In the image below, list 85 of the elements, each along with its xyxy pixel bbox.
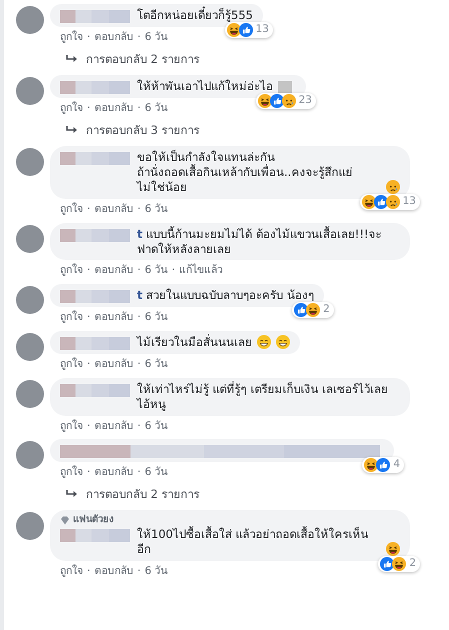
action-link[interactable]: ตอบกลับ [94, 465, 134, 482]
separator-dot: · [137, 30, 141, 45]
separator-dot: · [137, 310, 141, 326]
fan-badge: แฟนตัวยง [60, 514, 400, 527]
timestamp[interactable]: 6 วัน [144, 356, 168, 373]
separator-dot: · [137, 263, 141, 278]
reaction-summary[interactable]: 2 [378, 556, 420, 572]
separator-dot: · [87, 263, 90, 278]
action-link[interactable]: ถูกใจ [60, 310, 83, 326]
blurred-name [60, 336, 130, 350]
reply-arrow-icon [66, 490, 78, 500]
separator-dot: · [87, 564, 90, 579]
reaction-summary[interactable]: 2 [292, 302, 334, 318]
comment-text: t สวยในแบบฉบับลาบๆอะครับ น้องๆ [137, 288, 314, 304]
view-replies-link[interactable]: การตอบกลับ 2 รายการ [86, 486, 200, 504]
reply-arrow-icon [66, 126, 78, 135]
timestamp[interactable]: 6 วัน [144, 418, 168, 434]
blurred-name [60, 81, 130, 94]
timestamp[interactable]: 6 วัน [144, 30, 168, 46]
separator-dot: · [87, 202, 90, 217]
blurred-name [60, 290, 130, 304]
action-link[interactable]: ถูกใจ [60, 263, 83, 280]
action-link[interactable]: ตอบกลับ [94, 564, 134, 580]
action-link[interactable]: ตอบกลับ [94, 418, 134, 434]
timestamp[interactable]: 6 วัน [144, 202, 168, 218]
action-link[interactable]: ถูกใจ [60, 418, 83, 434]
reaction-summary[interactable]: 13 [224, 22, 273, 38]
reaction-summary[interactable]: 23 [256, 93, 316, 109]
avatar[interactable] [16, 6, 44, 34]
separator-dot: · [87, 310, 90, 326]
separator-dot: · [87, 356, 90, 372]
action-link[interactable]: ถูกใจ [60, 465, 83, 482]
view-replies-link[interactable]: การตอบกลับ 2 รายการ [86, 50, 200, 68]
timestamp[interactable]: 6 วัน [144, 101, 168, 117]
separator-dot: · [87, 465, 90, 480]
avatar[interactable] [16, 512, 44, 540]
blurred-name [60, 152, 130, 165]
separator-dot: · [137, 356, 141, 372]
comment-text: โตอีกหน่อยเดี๋ยวก็รู้555 [137, 8, 253, 23]
comment-text: ให้เท่าไหร่ไม่รู้ แต่ที่รู้ๆ เตรียมเก็บเงิน เลเซอร์ไว้เลยไอ้หนู [137, 382, 389, 412]
action-link[interactable]: ถูกใจ [60, 202, 83, 218]
avatar[interactable] [16, 77, 44, 105]
blurred-name [60, 384, 130, 397]
reply-arrow-icon [66, 54, 78, 64]
action-link[interactable]: ถูกใจ [60, 564, 83, 580]
avatar[interactable] [16, 332, 44, 361]
reaction-summary[interactable]: 13 [360, 194, 420, 210]
separator-dot: · [137, 101, 141, 116]
comment-text: ให้100ไปซื้อเสื้อใส่ แล้วอย่าถอดเสื้อให้ใครเห็นอีก [137, 526, 370, 557]
avatar[interactable] [16, 380, 44, 408]
action-link[interactable]: ตอบกลับ [94, 30, 134, 46]
comment-text: t แบบนี้ก้านมะยมไม่ได้ ต้องไม้แขวนเสื้อเลย!!!จะฟาดให้หลังลายเลย [137, 226, 383, 256]
separator-dot: · [137, 465, 141, 480]
blurred-name [60, 528, 130, 542]
separator-dot: · [87, 30, 90, 45]
timestamp[interactable]: 6 วัน [144, 263, 168, 280]
blurred-name [60, 228, 130, 242]
separator-dot: · [137, 418, 141, 434]
action-link[interactable]: ตอบกลับ [94, 263, 134, 280]
separator-dot: · [137, 202, 141, 217]
action-link[interactable]: ถูกใจ [60, 101, 83, 117]
action-link[interactable]: ถูกใจ [60, 30, 83, 46]
comment-text: ขอให้เป็นกำลังใจแทนล่ะกัน ถ้านั่งถอดเสื้อกินเหล้ากับเพื่อน..คงจะรู้สึกแย่ ไม่ใช่น้อย [137, 150, 354, 195]
avatar[interactable] [16, 148, 44, 176]
comment-text: ไม้เรียวในมือสั่นนนเลย [137, 335, 252, 350]
timestamp[interactable]: 6 วัน [144, 465, 168, 482]
separator-dot: · [87, 101, 90, 116]
avatar[interactable] [16, 286, 44, 314]
action-link[interactable]: ถูกใจ [60, 356, 83, 373]
reaction-summary[interactable]: 4 [362, 457, 404, 474]
avatar[interactable] [16, 441, 44, 470]
action-link[interactable]: ตอบกลับ [94, 202, 134, 218]
action-link[interactable]: ตอบกลับ [94, 101, 134, 117]
timestamp[interactable]: 6 วัน [144, 310, 168, 326]
action-link[interactable]: ตอบกลับ [94, 310, 134, 326]
comment-text: ให้ห้าพันเอาไปแก้ใหม่อ่ะไอ [137, 79, 273, 94]
timestamp[interactable]: 6 วัน [144, 564, 168, 580]
edited-label: แก้ไขแล้ว [179, 263, 224, 278]
separator-dot: · [87, 418, 90, 434]
view-replies-link[interactable]: การตอบกลับ 3 รายการ [86, 122, 200, 139]
blurred-name [60, 10, 130, 23]
avatar[interactable] [16, 224, 44, 253]
separator-dot: · [172, 263, 176, 278]
separator-dot: · [137, 564, 141, 579]
action-link[interactable]: ตอบกลับ [94, 356, 134, 373]
